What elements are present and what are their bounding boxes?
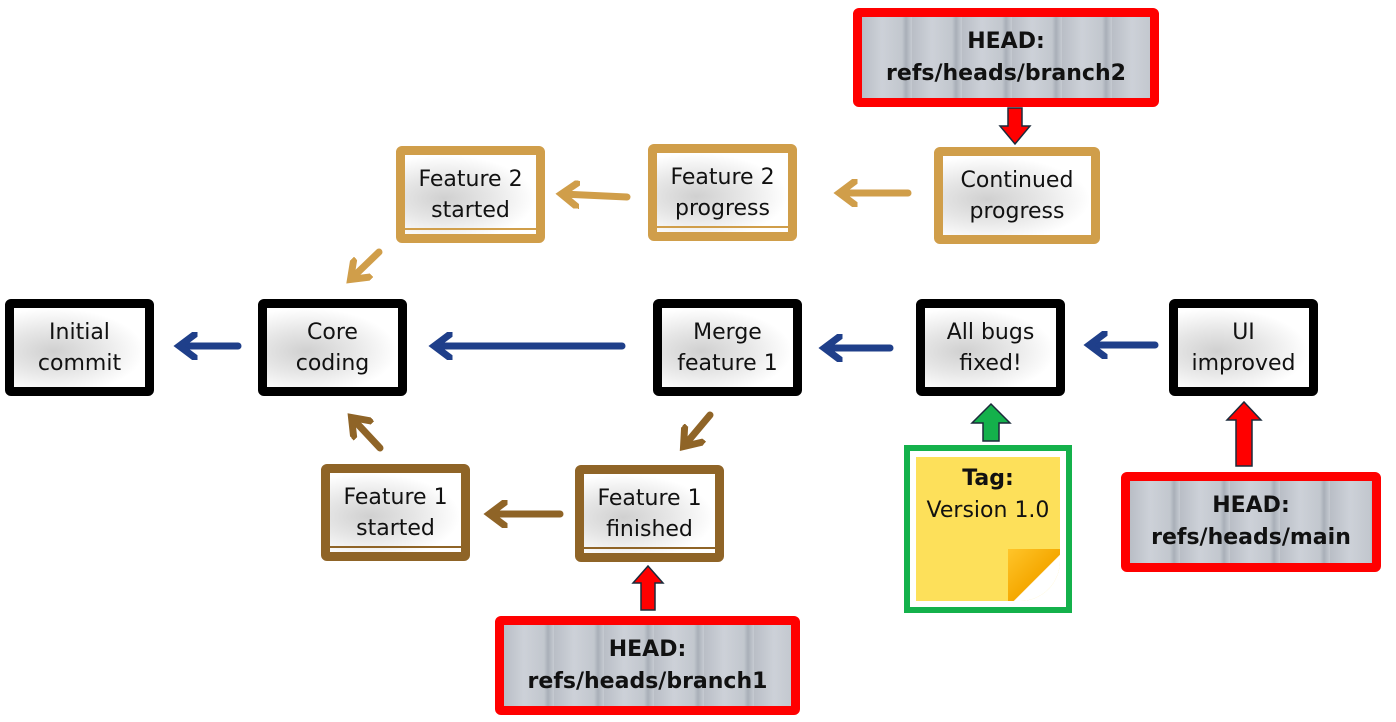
ref-label: HEAD: xyxy=(1212,493,1290,518)
ref-path: refs/heads/main xyxy=(1151,525,1351,550)
arrow-merge-to-f1finished xyxy=(684,411,714,446)
commit-feature-1-finished[interactable]: Feature 1 finished xyxy=(575,465,724,562)
commit-label-line2: feature 1 xyxy=(677,350,778,376)
head-ref-branch1[interactable]: HEAD: refs/heads/branch1 xyxy=(495,616,800,715)
commit-label-line1: UI xyxy=(1232,319,1255,345)
commit-merge-feature-1[interactable]: Merge feature 1 xyxy=(653,299,802,396)
commit-all-bugs-fixed[interactable]: All bugs fixed! xyxy=(916,299,1065,396)
arrow-f1started-to-core xyxy=(352,418,384,452)
head-branch1-pointer-arrow xyxy=(631,564,665,611)
commit-initial-commit[interactable]: Initial commit xyxy=(5,299,154,396)
commit-label-line1: Initial xyxy=(49,319,110,345)
commit-label-line1: Feature 1 xyxy=(597,485,702,511)
tag-version-1-0[interactable]: Tag: Version 1.0 xyxy=(904,445,1072,613)
page-curl-icon xyxy=(1008,549,1060,601)
head-ref-branch2[interactable]: HEAD: refs/heads/branch2 xyxy=(853,8,1159,107)
commit-label-line2: progress xyxy=(675,195,770,221)
commit-label-line1: Core xyxy=(307,319,358,345)
commit-label-line2: improved xyxy=(1191,350,1296,376)
commit-label-line1: Feature 2 xyxy=(670,164,775,190)
head-ref-main[interactable]: HEAD: refs/heads/main xyxy=(1121,472,1381,572)
commit-label-line2: progress xyxy=(969,198,1065,224)
commit-label-line2: finished xyxy=(606,516,693,542)
commit-label-line1: Merge xyxy=(693,319,762,345)
commit-continued-progress[interactable]: Continued progress xyxy=(934,147,1100,244)
tag-label: Tag: xyxy=(962,466,1014,491)
divider xyxy=(657,226,788,228)
commit-core-coding[interactable]: Core coding xyxy=(258,299,407,396)
ref-label: HEAD: xyxy=(608,636,687,662)
arrow-f2started-to-core xyxy=(351,248,383,279)
commit-label-line1: All bugs xyxy=(946,319,1035,345)
commit-label-line1: Continued xyxy=(960,167,1074,193)
commit-ui-improved[interactable]: UI improved xyxy=(1169,299,1318,396)
head-branch2-pointer-arrow xyxy=(998,107,1032,146)
divider xyxy=(405,228,536,230)
tag-value: Version 1.0 xyxy=(926,498,1050,523)
head-main-pointer-arrow xyxy=(1225,400,1263,467)
commit-label-line2: commit xyxy=(37,350,122,376)
commit-label-line2: started xyxy=(356,515,435,541)
commit-feature-2-started[interactable]: Feature 2 started xyxy=(396,146,545,243)
divider xyxy=(584,547,715,549)
commit-label-line1: Feature 1 xyxy=(343,484,448,510)
arrow-f2progress-to-f2started xyxy=(562,194,631,197)
ref-label: HEAD: xyxy=(967,28,1045,54)
ref-path: refs/heads/branch1 xyxy=(527,668,768,694)
commit-label-line2: fixed! xyxy=(959,350,1022,376)
commit-feature-1-started[interactable]: Feature 1 started xyxy=(321,464,470,561)
commit-feature-2-progress[interactable]: Feature 2 progress xyxy=(648,144,797,241)
ref-path: refs/heads/branch2 xyxy=(886,60,1126,86)
tag-pointer-arrow xyxy=(970,402,1012,442)
commit-label-line1: Feature 2 xyxy=(418,166,523,192)
commit-label-line2: started xyxy=(431,197,510,223)
divider xyxy=(330,546,461,548)
commit-label-line2: coding xyxy=(295,350,370,376)
